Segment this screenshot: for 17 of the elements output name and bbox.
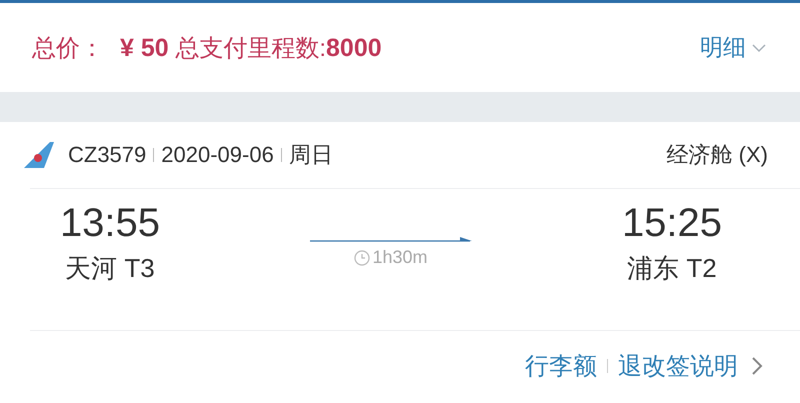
flight-weekday: 周日 bbox=[288, 141, 333, 169]
arrow-icon bbox=[310, 235, 472, 243]
arrival-time: 15:25 bbox=[622, 200, 722, 247]
baggage-link[interactable]: 行李额 bbox=[525, 350, 597, 382]
flight-date: 2020-09-06 bbox=[161, 142, 274, 168]
clock-icon bbox=[354, 250, 370, 266]
chevron-right-icon bbox=[750, 355, 764, 377]
flight-duration: 1h30m bbox=[372, 247, 428, 268]
departure-airport: 天河 T3 bbox=[65, 252, 155, 285]
refund-policy-link[interactable]: 退改签说明 bbox=[618, 350, 738, 382]
cabin-class: 经济舱 (X) bbox=[666, 141, 768, 169]
departure-time: 13:55 bbox=[60, 200, 160, 247]
price-amount: ¥ 50 总支付里程数:8000 bbox=[120, 32, 382, 64]
price-label: 总价： bbox=[32, 34, 104, 64]
flight-number: CZ3579 bbox=[68, 142, 146, 168]
arrival-airport: 浦东 T2 bbox=[627, 252, 717, 285]
details-link[interactable]: 明细 bbox=[700, 32, 766, 63]
